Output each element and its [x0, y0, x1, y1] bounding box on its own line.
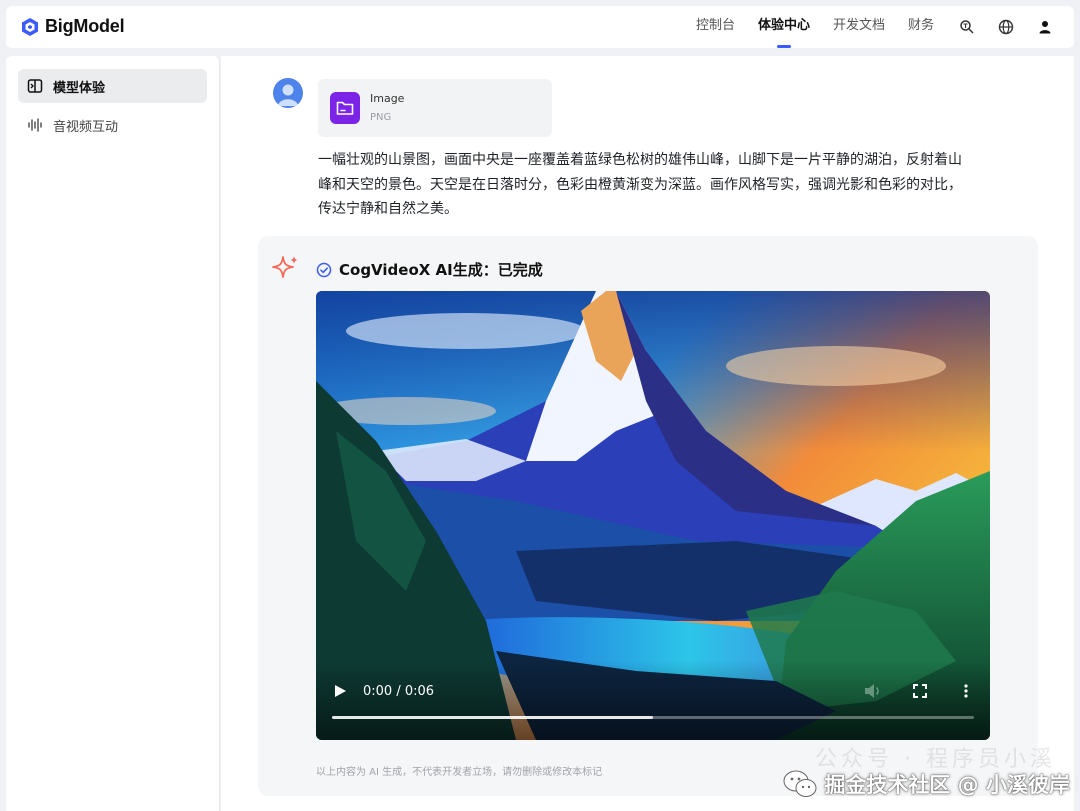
attachment-type: PNG	[370, 112, 392, 123]
video-progress-fill	[332, 716, 653, 719]
nav-finance[interactable]: 财务	[908, 6, 934, 48]
bigmodel-logo-icon	[22, 17, 38, 36]
video-progress-bar[interactable]	[332, 716, 974, 719]
nav-dev-docs[interactable]: 开发文档	[833, 6, 885, 48]
result-card: CogVideoX AI生成：已完成 0:00 / 0:06 以上内容为 AI …	[258, 236, 1038, 796]
sidebar-item-label: 音视频互动	[53, 119, 119, 135]
video-player[interactable]: 0:00 / 0:06	[316, 291, 990, 740]
attachment-name: Image	[370, 92, 405, 105]
video-time: 0:00 / 0:06	[363, 684, 435, 699]
prompt-text: 一幅壮观的山景图，画面中央是一座覆盖着蓝绿色松树的雄伟山峰，山脚下是一片平静的湖…	[318, 152, 962, 217]
top-nav: 控制台 体验中心 开发文档 财务	[696, 6, 1074, 48]
check-circle-icon	[316, 262, 332, 277]
brand-logo[interactable]: BigModel	[20, 16, 125, 37]
image-file-icon	[330, 92, 360, 124]
more-options-icon[interactable]	[960, 683, 972, 699]
sidebar-item-av-interaction[interactable]: 音视频互动	[18, 108, 207, 142]
ai-disclaimer: 以上内容为 AI 生成，不代表开发者立场，请勿删除或修改本标记	[316, 767, 603, 778]
sidebar-item-label: 模型体验	[53, 80, 106, 96]
brand-name: BigModel	[45, 16, 125, 36]
watermark-text: 掘金技术社区 @ 小溪彼岸	[824, 773, 1070, 797]
video-controls-bar	[316, 660, 990, 740]
sidebar: 模型体验 音视频互动	[6, 56, 220, 811]
ai-sparkle-icon	[272, 256, 298, 278]
volume-icon[interactable]	[864, 683, 882, 699]
generation-status: CogVideoX AI生成：已完成	[316, 259, 543, 280]
nav-console[interactable]: 控制台	[696, 6, 735, 48]
nav-experience-center[interactable]: 体验中心	[758, 6, 810, 48]
play-icon[interactable]	[332, 683, 348, 699]
wechat-icon	[783, 770, 817, 797]
user-avatar	[273, 78, 303, 108]
sidebar-item-model-experience[interactable]: 模型体验	[18, 69, 207, 103]
globe-icon[interactable]	[996, 17, 1016, 37]
status-label: CogVideoX AI生成：已完成	[339, 261, 543, 279]
audio-wave-icon	[26, 116, 44, 134]
user-icon[interactable]	[1035, 17, 1055, 37]
chat-area: Image PNG 一幅壮观的山景图，画面中央是一座覆盖着蓝绿色松树的雄伟山峰，…	[221, 56, 1074, 811]
search-translate-icon[interactable]	[957, 17, 977, 37]
model-panel-icon	[26, 77, 44, 95]
attachment-card[interactable]: Image PNG	[318, 79, 552, 137]
fullscreen-icon[interactable]	[912, 683, 928, 699]
watermark: 掘金技术社区 @ 小溪彼岸	[782, 769, 1070, 799]
top-header: BigModel 控制台 体验中心 开发文档 财务	[6, 6, 1074, 48]
